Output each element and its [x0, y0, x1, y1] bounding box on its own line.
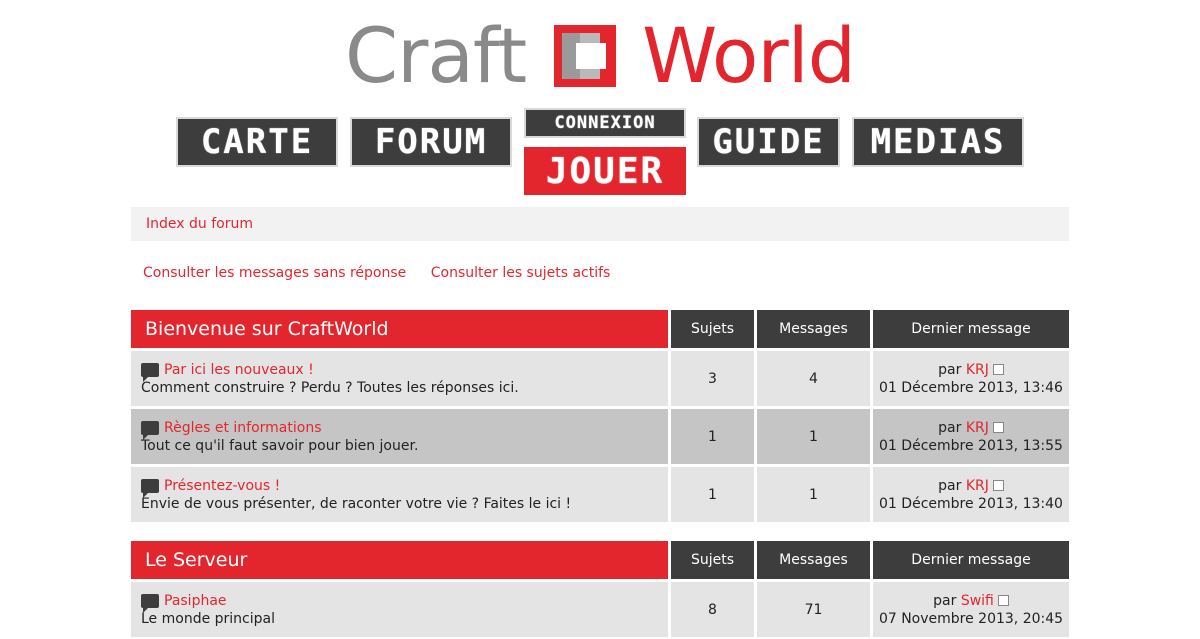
forum-title-link[interactable]: Pasiphae	[164, 593, 227, 609]
topics-count: 1	[671, 467, 754, 522]
forum-description: Comment construire ? Perdu ? Toutes les …	[141, 380, 519, 396]
posts-count: 1	[757, 409, 870, 464]
last-post-by: par	[938, 477, 962, 494]
forum-title-link[interactable]: Par ici les nouveaux !	[164, 362, 314, 378]
breadcrumb: Index du forum	[131, 207, 1069, 241]
forum-title-link[interactable]: Présentez-vous !	[164, 478, 280, 494]
forum-info: Pasiphae Le monde principal	[131, 582, 668, 637]
last-post-author-link[interactable]: Swifi	[961, 593, 994, 609]
logo-text-world: World	[642, 11, 856, 100]
posts-count: 71	[757, 582, 870, 637]
last-post-date: 01 Décembre 2013, 13:55	[879, 437, 1063, 454]
column-header-posts: Messages	[757, 310, 870, 348]
category-header: Bienvenue sur CraftWorld Sujets Messages…	[131, 310, 1069, 348]
active-topics-link[interactable]: Consulter les sujets actifs	[431, 265, 611, 281]
posts-count: 1	[757, 467, 870, 522]
category-title[interactable]: Le Serveur	[131, 541, 668, 579]
nav-medias-button[interactable]: MEDIAS	[852, 117, 1024, 167]
forum-bubble-icon	[141, 479, 159, 498]
column-header-last-post: Dernier message	[873, 310, 1069, 348]
view-latest-post-icon[interactable]	[992, 480, 1004, 491]
last-post-date: 07 Novembre 2013, 20:45	[878, 610, 1064, 627]
last-post: par KRJ 01 Décembre 2013, 13:46	[873, 351, 1069, 406]
quick-links: Consulter les messages sans réponse Cons…	[143, 265, 630, 281]
forum-bubble-icon	[141, 594, 159, 613]
forum-info: Règles et informations Tout ce qu'il fau…	[131, 409, 668, 464]
cube-logo-icon	[554, 25, 617, 87]
last-post-author-link[interactable]: KRJ	[966, 420, 989, 436]
posts-count: 4	[757, 351, 870, 406]
forum-row: Présentez-vous ! Envie de vous présenter…	[131, 467, 1069, 522]
last-post: par KRJ 01 Décembre 2013, 13:40	[873, 467, 1069, 522]
view-latest-post-icon[interactable]	[992, 364, 1004, 375]
forum-bubble-icon	[141, 421, 159, 440]
forum-row: Par ici les nouveaux ! Comment construir…	[131, 351, 1069, 406]
topics-count: 8	[671, 582, 754, 637]
nav-forum-button[interactable]: FORUM	[350, 117, 512, 167]
last-post: par KRJ 01 Décembre 2013, 13:55	[873, 409, 1069, 464]
topics-count: 3	[671, 351, 754, 406]
forum-description: Tout ce qu'il faut savoir pour bien joue…	[141, 438, 419, 454]
forum-bubble-icon	[141, 363, 159, 382]
forum-info: Par ici les nouveaux ! Comment construir…	[131, 351, 668, 406]
column-header-posts: Messages	[757, 541, 870, 579]
topics-count: 1	[671, 409, 754, 464]
nav-guide-button[interactable]: GUIDE	[697, 117, 840, 167]
category-block: Le Serveur Sujets Messages Dernier messa…	[131, 541, 1069, 637]
last-post-author-link[interactable]: KRJ	[966, 478, 989, 494]
nav-carte-button[interactable]: CARTE	[176, 117, 338, 167]
column-header-last-post: Dernier message	[873, 541, 1069, 579]
forum-info: Présentez-vous ! Envie de vous présenter…	[131, 467, 668, 522]
last-post: par Swifi 07 Novembre 2013, 20:45	[873, 582, 1069, 637]
nav-connexion-button[interactable]: CONNEXION	[524, 108, 686, 138]
view-latest-post-icon[interactable]	[992, 422, 1004, 433]
last-post-by: par	[938, 361, 962, 378]
last-post-author-link[interactable]: KRJ	[966, 362, 989, 378]
forum-description: Le monde principal	[141, 611, 275, 627]
category-block: Bienvenue sur CraftWorld Sujets Messages…	[131, 310, 1069, 522]
forum-description: Envie de vous présenter, de raconter vot…	[141, 496, 572, 512]
site-logo[interactable]: Craft World	[0, 14, 1200, 98]
forum-row: Règles et informations Tout ce qu'il fau…	[131, 409, 1069, 464]
forum-row: Pasiphae Le monde principal 8 71 par Swi…	[131, 582, 1069, 637]
category-title[interactable]: Bienvenue sur CraftWorld	[131, 310, 668, 348]
unanswered-posts-link[interactable]: Consulter les messages sans réponse	[143, 265, 406, 281]
last-post-date: 01 Décembre 2013, 13:40	[879, 495, 1063, 512]
category-header: Le Serveur Sujets Messages Dernier messa…	[131, 541, 1069, 579]
last-post-by: par	[933, 592, 957, 609]
column-header-topics: Sujets	[671, 541, 754, 579]
nav-jouer-button[interactable]: JOUER	[524, 147, 686, 195]
view-latest-post-icon[interactable]	[997, 595, 1009, 606]
last-post-by: par	[938, 419, 962, 436]
breadcrumb-forum-index-link[interactable]: Index du forum	[146, 216, 253, 232]
column-header-topics: Sujets	[671, 310, 754, 348]
forum-title-link[interactable]: Règles et informations	[164, 420, 322, 436]
last-post-date: 01 Décembre 2013, 13:46	[879, 379, 1063, 396]
logo-text-craft: Craft	[345, 11, 527, 100]
